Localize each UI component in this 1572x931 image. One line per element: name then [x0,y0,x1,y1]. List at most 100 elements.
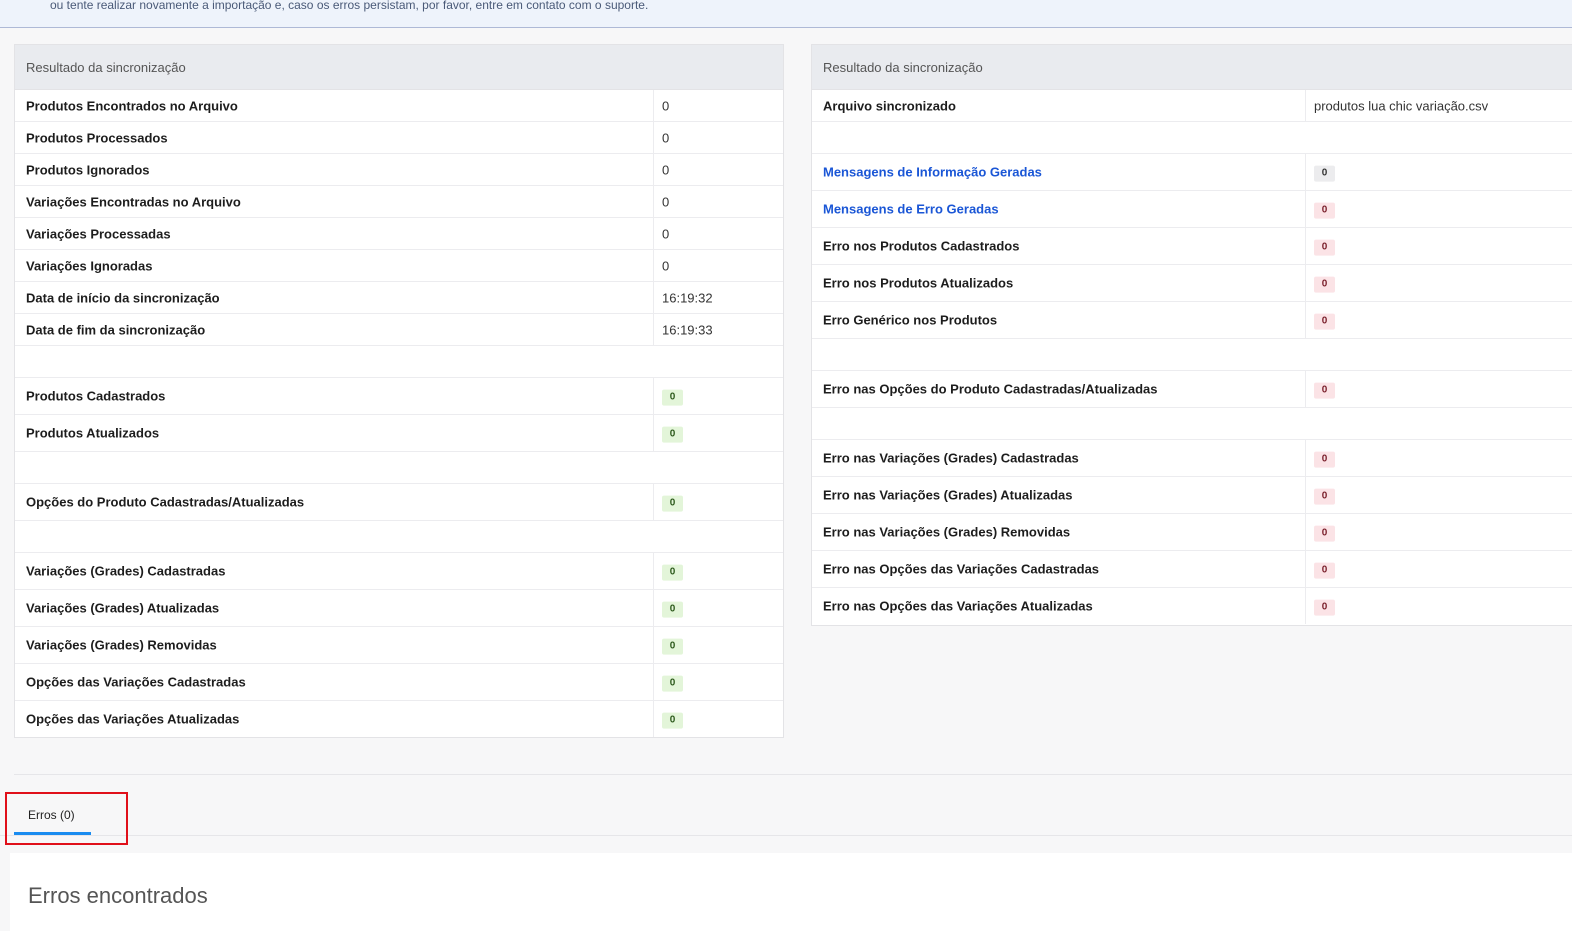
table-row: Mensagens de Erro Geradas 0 [812,191,1572,228]
count-badge: 0 [1314,562,1335,579]
error-messages-link[interactable]: Mensagens de Erro Geradas [823,202,999,217]
row-value: 0 [662,130,670,145]
table-row: Variações Processadas 0 [15,218,783,250]
row-label: Produtos Atualizados [26,425,160,441]
row-label: Erro nas Variações (Grades) Cadastradas [823,450,1079,466]
table-row: Erro nas Opções das Variações Atualizada… [812,588,1572,624]
row-label: Variações Encontradas no Arquivo [26,194,241,209]
table-row: Variações (Grades) Removidas 0 [15,627,783,664]
count-badge: 0 [662,495,683,512]
table-row: Produtos Atualizados 0 [15,415,783,452]
row-value: 0 [662,98,670,113]
count-badge: 0 [662,564,683,581]
table-row: Data de fim da sincronização 16:19:33 [15,314,783,346]
count-badge: 0 [1314,313,1335,330]
count-badge: 0 [662,712,683,729]
table-row: Produtos Cadastrados 0 [15,378,783,415]
table-row: Opções do Produto Cadastradas/Atualizada… [15,484,783,521]
row-value: 16:19:33 [662,322,713,337]
table-row: Erro nas Opções das Variações Cadastrada… [812,551,1572,588]
row-label: Erro nos Produtos Cadastrados [823,238,1020,254]
row-value: 0 [662,194,670,209]
table-row: Mensagens de Informação Geradas 0 [812,154,1572,191]
row-label: Variações (Grades) Atualizadas [26,600,220,616]
table-row: Erro nas Variações (Grades) Atualizadas … [812,477,1572,514]
panel-title: Resultado da sincronização [823,60,983,75]
row-label: Opções das Variações Cadastradas [26,674,246,690]
spacer-row [15,452,783,484]
count-badge: 0 [1314,525,1335,542]
count-badge: 0 [1314,165,1335,182]
row-label: Erro nas Opções do Produto Cadastradas/A… [823,381,1158,397]
info-messages-link[interactable]: Mensagens de Informação Geradas [823,165,1042,180]
table-row: Opções das Variações Cadastradas 0 [15,664,783,701]
spacer-row [15,521,783,553]
table-row: Data de início da sincronização 16:19:32 [15,282,783,314]
count-badge: 0 [662,675,683,692]
row-label: Produtos Processados [26,130,168,145]
table-row: Opções das Variações Atualizadas 0 [15,701,783,737]
row-label: Data de início da sincronização [26,290,220,305]
spacer-row [812,408,1572,440]
tabs-bar-border [0,835,1572,836]
sync-result-panel-right: Resultado da sincronização Arquivo sincr… [811,44,1572,626]
count-badge: 0 [1314,276,1335,293]
row-label: Erro nas Variações (Grades) Atualizadas [823,487,1073,503]
count-badge: 0 [662,426,683,443]
row-value: 0 [662,226,670,241]
table-row: Produtos Processados 0 [15,122,783,154]
row-label: Erro nas Opções das Variações Cadastrada… [823,561,1100,577]
alert-text: ou tente realizar novamente a importação… [50,0,649,12]
spacer-row [15,346,783,378]
panel-title: Resultado da sincronização [26,60,186,75]
row-label: Erro nos Produtos Atualizados [823,275,1014,291]
row-label: Variações Ignoradas [26,258,153,273]
panel-header: Resultado da sincronização [15,45,783,90]
table-row: Erro nos Produtos Atualizados 0 [812,265,1572,302]
table-row: Variações (Grades) Atualizadas 0 [15,590,783,627]
table-row: Erro nos Produtos Cadastrados 0 [812,228,1572,265]
table-row: Variações Ignoradas 0 [15,250,783,282]
synced-file-name: produtos lua chic variação.csv [1314,98,1489,113]
errors-title: Erros encontrados [28,883,208,908]
row-label: Erro nas Opções das Variações Atualizada… [823,598,1093,614]
count-badge: 0 [1314,451,1335,468]
row-label: Produtos Ignorados [26,162,150,177]
row-label: Produtos Encontrados no Arquivo [26,98,238,113]
count-badge: 0 [662,389,683,406]
count-badge: 0 [1314,202,1335,219]
table-row: Erro nas Variações (Grades) Cadastradas … [812,440,1572,477]
row-value: 16:19:32 [662,290,713,305]
table-row: Erro nas Opções do Produto Cadastradas/A… [812,371,1572,408]
errors-panel: Erros encontrados [10,853,1572,931]
row-label: Opções do Produto Cadastradas/Atualizada… [26,494,305,510]
panel-header: Resultado da sincronização [812,45,1572,90]
row-label: Opções das Variações Atualizadas [26,711,240,727]
alert-banner: ou tente realizar novamente a importação… [0,0,1572,28]
count-badge: 0 [662,601,683,618]
table-row: Variações Encontradas no Arquivo 0 [15,186,783,218]
sync-result-panel-left: Resultado da sincronização Produtos Enco… [14,44,784,738]
row-label: Erro nas Variações (Grades) Removidas [823,524,1071,540]
annotation-highlight-box [5,792,128,845]
count-badge: 0 [1314,382,1335,399]
row-label: Arquivo sincronizado [823,98,956,113]
count-badge: 0 [1314,488,1335,505]
table-row: Produtos Encontrados no Arquivo 0 [15,90,783,122]
row-label: Data de fim da sincronização [26,322,206,337]
table-row: Erro Genérico nos Produtos 0 [812,302,1572,339]
table-row: Erro nas Variações (Grades) Removidas 0 [812,514,1572,551]
count-badge: 0 [662,638,683,655]
row-label: Produtos Cadastrados [26,388,166,404]
table-row: Produtos Ignorados 0 [15,154,783,186]
table-row: Variações (Grades) Cadastradas 0 [15,553,783,590]
row-label: Variações (Grades) Cadastradas [26,563,226,579]
row-label: Variações (Grades) Removidas [26,637,217,653]
row-label: Variações Processadas [26,226,171,241]
row-value: 0 [662,162,670,177]
spacer-row [812,122,1572,154]
row-label: Erro Genérico nos Produtos [823,312,998,328]
section-divider [14,774,1572,775]
spacer-row [812,339,1572,371]
count-badge: 0 [1314,239,1335,256]
